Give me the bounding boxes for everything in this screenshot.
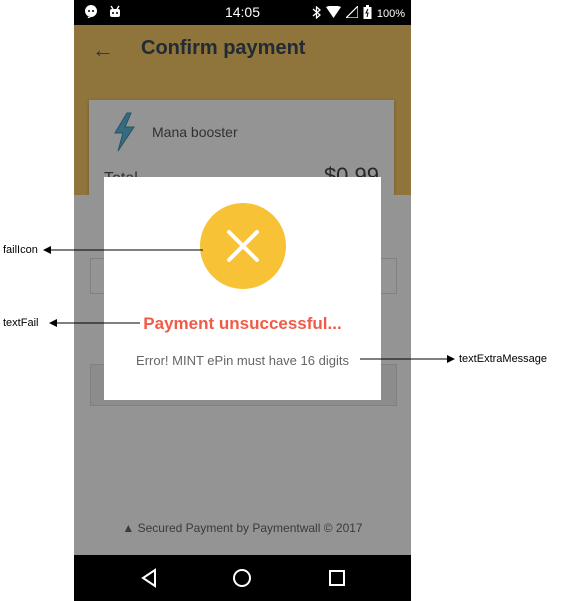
annotation-fail-text: textFail [3, 317, 39, 329]
android-nav-bar [74, 555, 411, 601]
payment-failed-dialog: Payment unsuccessful... Error! MINT ePin… [104, 177, 381, 400]
nav-home-icon[interactable] [232, 568, 252, 593]
phone-screen: 14:05 100% ← Confirm payment Mana booste… [74, 0, 411, 601]
battery-percent: 100% [376, 7, 405, 20]
nav-back-icon[interactable] [140, 568, 158, 593]
signal-icon [344, 4, 359, 21]
annotation-fail-icon: failIcon [3, 244, 38, 256]
fail-x-icon [200, 203, 286, 289]
wifi-icon [325, 5, 341, 21]
fail-title: Payment unsuccessful... [143, 314, 342, 333]
annotation-extra-message: textExtraMessage [459, 353, 548, 365]
extra-error-message: Error! MINT ePin must have 16 digits [136, 353, 349, 368]
bluetooth-icon [312, 5, 321, 22]
battery-icon [363, 5, 372, 22]
nav-recents-icon[interactable] [328, 568, 346, 593]
status-bar: 14:05 100% [74, 0, 411, 25]
